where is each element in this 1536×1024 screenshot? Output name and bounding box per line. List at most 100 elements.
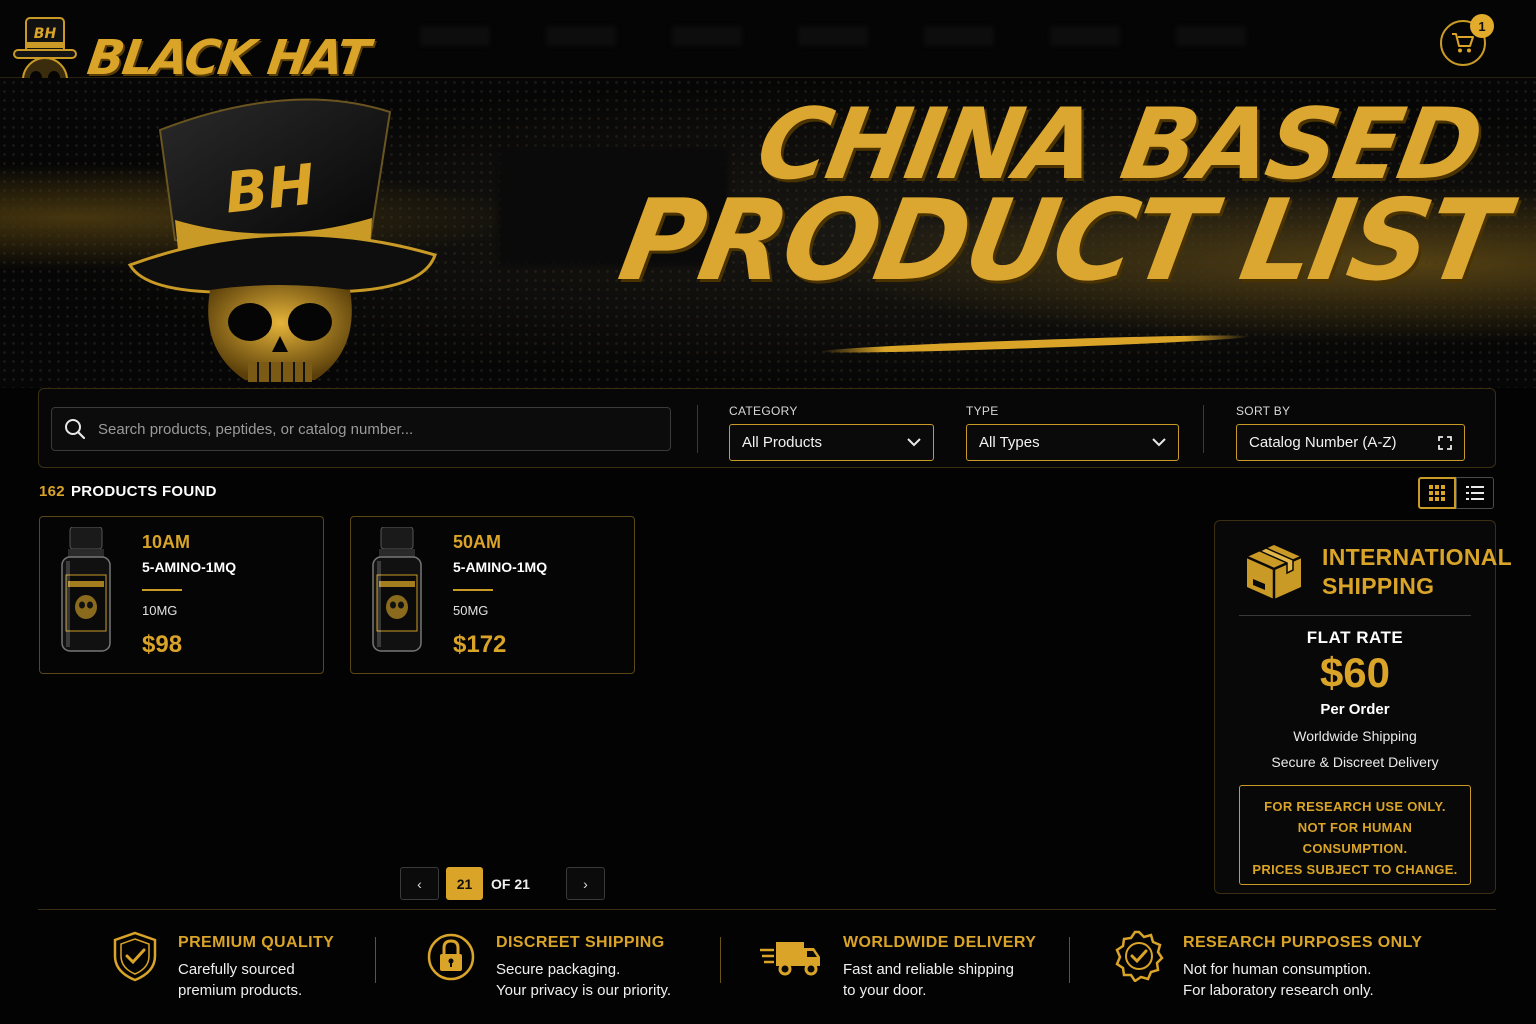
svg-text:BH: BH — [222, 152, 318, 226]
search-box[interactable] — [51, 407, 671, 451]
divider — [697, 405, 698, 453]
product-name: 5-AMINO-1MQ — [453, 559, 548, 575]
package-icon — [1246, 545, 1302, 599]
category-label: CATEGORY — [729, 404, 798, 418]
cart-count-badge: 1 — [1470, 14, 1494, 38]
divider — [1239, 615, 1471, 616]
results-count-number: 162 — [39, 483, 65, 500]
feature-description: Secure packaging. Your privacy is our pr… — [496, 959, 671, 1001]
nav-item-5[interactable] — [924, 26, 994, 46]
chevron-down-icon — [1152, 438, 1166, 447]
grid-icon — [1429, 485, 1445, 501]
per-order-label: Per Order — [1320, 701, 1390, 718]
prev-page-button[interactable]: ‹ — [400, 867, 439, 900]
notice-line: FOR RESEARCH USE ONLY. — [1264, 799, 1446, 814]
feature-line: premium products. — [178, 982, 303, 999]
product-card[interactable]: 10AM 5-AMINO-1MQ 10MG $98 — [39, 516, 324, 674]
divider — [1069, 937, 1070, 983]
nav-item-1[interactable] — [420, 26, 490, 46]
product-code: 50AM — [453, 532, 502, 552]
shipping-title: INTERNATIONAL SHIPPING — [1322, 543, 1512, 601]
research-use-notice: FOR RESEARCH USE ONLY. NOT FOR HUMAN CON… — [1239, 785, 1471, 885]
divider — [1203, 405, 1204, 453]
shield-check-icon — [113, 931, 157, 982]
grid-view-button[interactable] — [1418, 477, 1456, 509]
secure-delivery-text: Secure & Discreet Delivery — [1271, 754, 1439, 770]
badge-check-icon — [1115, 930, 1164, 982]
feature-line: Secure packaging. — [496, 961, 621, 978]
list-view-button[interactable] — [1456, 477, 1494, 509]
skull-top-hat-illustration: BH — [127, 98, 437, 382]
product-card[interactable]: 50AM 5-AMINO-1MQ 50MG $172 — [350, 516, 635, 674]
cart-button[interactable]: 1 — [1440, 14, 1494, 66]
notice-line: NOT FOR HUMAN — [1297, 820, 1413, 835]
feature-title: DISCREET SHIPPING — [496, 934, 665, 951]
hero-title-line-2: PRODUCT LIST — [610, 176, 1513, 307]
divider — [375, 937, 376, 983]
feature-title: WORLDWIDE DELIVERY — [843, 934, 1037, 951]
nav-item-7[interactable] — [1176, 26, 1246, 46]
type-select-value: All Types — [979, 434, 1040, 451]
page-total: OF 21 — [491, 875, 530, 892]
feature-description: Not for human consumption. For laborator… — [1183, 959, 1374, 1001]
product-dose: 10MG — [142, 603, 178, 618]
product-dose: 50MG — [453, 603, 489, 618]
feature-line: For laboratory research only. — [1183, 982, 1374, 999]
type-select[interactable]: All Types — [966, 424, 1179, 461]
current-page[interactable]: 21 — [446, 867, 483, 900]
feature-line: Fast and reliable shipping — [843, 961, 1014, 978]
shipping-info-panel: INTERNATIONAL SHIPPING FLAT RATE $60 Per… — [1214, 520, 1512, 894]
product-bottle-image — [61, 527, 111, 652]
results-count: 162 PRODUCTS FOUND — [39, 483, 217, 500]
nav-item-3[interactable] — [672, 26, 742, 46]
nav-item-4[interactable] — [798, 26, 868, 46]
worldwide-shipping-text: Worldwide Shipping — [1293, 728, 1417, 744]
footer-divider — [38, 909, 1496, 910]
hero-title: CHINA BASED PRODUCT LIST — [610, 88, 1526, 307]
shipping-amount: $60 — [1319, 649, 1391, 696]
product-name: 5-AMINO-1MQ — [142, 559, 237, 575]
product-price: $172 — [453, 631, 507, 658]
main-nav-blurred — [420, 26, 1246, 46]
feature-title: RESEARCH PURPOSES ONLY — [1183, 934, 1423, 951]
view-toggle — [1418, 477, 1494, 509]
truck-icon — [760, 942, 820, 976]
product-price: $98 — [142, 631, 183, 658]
flat-rate-label: FLAT RATE — [1306, 628, 1404, 647]
hero-brush-underline — [819, 332, 1251, 356]
expand-icon — [1438, 435, 1452, 450]
notice-line: PRICES SUBJECT TO CHANGE. — [1252, 862, 1458, 877]
shipping-title-line-1: INTERNATIONAL — [1322, 544, 1513, 570]
feature-line: Your privacy is our priority. — [496, 982, 672, 999]
sort-select-value: Catalog Number (A-Z) — [1249, 434, 1397, 451]
results-count-label: PRODUCTS FOUND — [70, 483, 217, 500]
nav-item-2[interactable] — [546, 26, 616, 46]
chevron-down-icon — [907, 438, 921, 447]
category-select-value: All Products — [742, 434, 823, 451]
product-divider — [142, 589, 182, 591]
sort-label: SORT BY — [1236, 404, 1291, 418]
feature-description: Carefully sourced premium products. — [178, 959, 302, 1001]
lock-icon — [427, 933, 475, 981]
shipping-title-line-2: SHIPPING — [1322, 573, 1435, 599]
pagination: ‹ 21 OF 21 › — [400, 867, 605, 900]
next-page-button[interactable]: › — [566, 867, 605, 900]
feature-line: Not for human consumption. — [1183, 961, 1372, 978]
divider — [720, 937, 721, 983]
hero-banner: BH CHINA BASED PRODUCT LIST — [0, 78, 1536, 388]
product-divider — [453, 589, 493, 591]
search-input[interactable] — [98, 420, 638, 438]
feature-line: to your door. — [843, 982, 927, 999]
feature-line: Carefully sourced — [178, 961, 295, 978]
feature-description: Fast and reliable shipping to your door. — [843, 959, 1014, 1001]
top-navigation-bar: BH BLACK HAT 1 — [0, 0, 1536, 106]
svg-text:BH: BH — [34, 26, 57, 42]
sort-select[interactable]: Catalog Number (A-Z) — [1236, 424, 1465, 461]
category-select[interactable]: All Products — [729, 424, 934, 461]
type-label: TYPE — [966, 404, 999, 418]
notice-line: CONSUMPTION. — [1302, 841, 1408, 856]
feature-title: PREMIUM QUALITY — [178, 934, 335, 951]
cart-icon — [1452, 33, 1474, 53]
nav-item-6[interactable] — [1050, 26, 1120, 46]
product-bottle-image — [372, 527, 422, 652]
